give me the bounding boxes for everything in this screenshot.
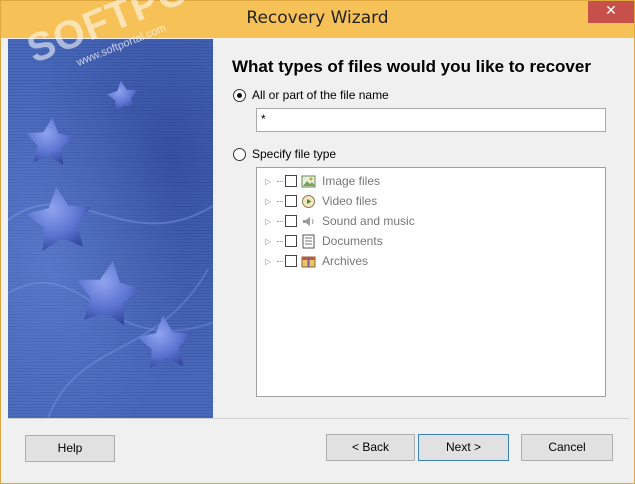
- expand-icon[interactable]: ▷: [265, 257, 273, 266]
- stars-illustration: [8, 78, 213, 418]
- archives-checkbox[interactable]: [285, 255, 297, 267]
- filetype-option-label[interactable]: Specify file type: [252, 147, 336, 161]
- tree-item-video-files[interactable]: ▷ Video files: [265, 192, 377, 210]
- filename-radio[interactable]: [233, 89, 246, 102]
- file-type-tree[interactable]: ▷ Image files ▷ Video files ▷ Sound and …: [256, 167, 606, 397]
- filename-input[interactable]: *: [256, 108, 606, 132]
- expand-icon[interactable]: ▷: [265, 177, 273, 186]
- expand-icon[interactable]: ▷: [265, 197, 273, 206]
- sound-music-checkbox[interactable]: [285, 215, 297, 227]
- tree-item-documents[interactable]: ▷ Documents: [265, 232, 383, 250]
- star-icon: [105, 78, 141, 113]
- star-icon: [136, 313, 194, 369]
- archive-icon: [301, 256, 316, 267]
- expand-icon[interactable]: ▷: [265, 237, 273, 246]
- document-icon: [302, 234, 315, 248]
- filename-option-label[interactable]: All or part of the file name: [252, 88, 389, 102]
- image-files-checkbox[interactable]: [285, 175, 297, 187]
- back-button[interactable]: < Back: [326, 434, 415, 461]
- image-icon: [301, 175, 316, 187]
- star-icon: [23, 183, 96, 253]
- next-button[interactable]: Next >: [418, 434, 509, 461]
- wizard-banner: [8, 39, 213, 418]
- video-icon: [302, 194, 315, 208]
- video-files-checkbox[interactable]: [285, 195, 297, 207]
- star-icon: [71, 256, 146, 328]
- recovery-wizard-window: Recovery Wizard ✕ SOFTPORTAL www.s: [0, 0, 635, 484]
- tree-item-sound-music[interactable]: ▷ Sound and music: [265, 212, 415, 230]
- tree-item-image-files[interactable]: ▷ Image files: [265, 172, 380, 190]
- cancel-button[interactable]: Cancel: [521, 434, 613, 461]
- star-icon: [24, 115, 77, 166]
- help-button[interactable]: Help: [25, 435, 115, 462]
- filetype-radio[interactable]: [233, 148, 246, 161]
- page-heading: What types of files would you like to re…: [232, 57, 591, 76]
- sound-icon: [303, 216, 314, 226]
- documents-checkbox[interactable]: [285, 235, 297, 247]
- tree-item-archives[interactable]: ▷ Archives: [265, 252, 368, 270]
- title-bar[interactable]: Recovery Wizard ✕: [1, 1, 634, 38]
- close-button[interactable]: ✕: [588, 1, 634, 23]
- expand-icon[interactable]: ▷: [265, 217, 273, 226]
- window-title: Recovery Wizard: [246, 8, 389, 28]
